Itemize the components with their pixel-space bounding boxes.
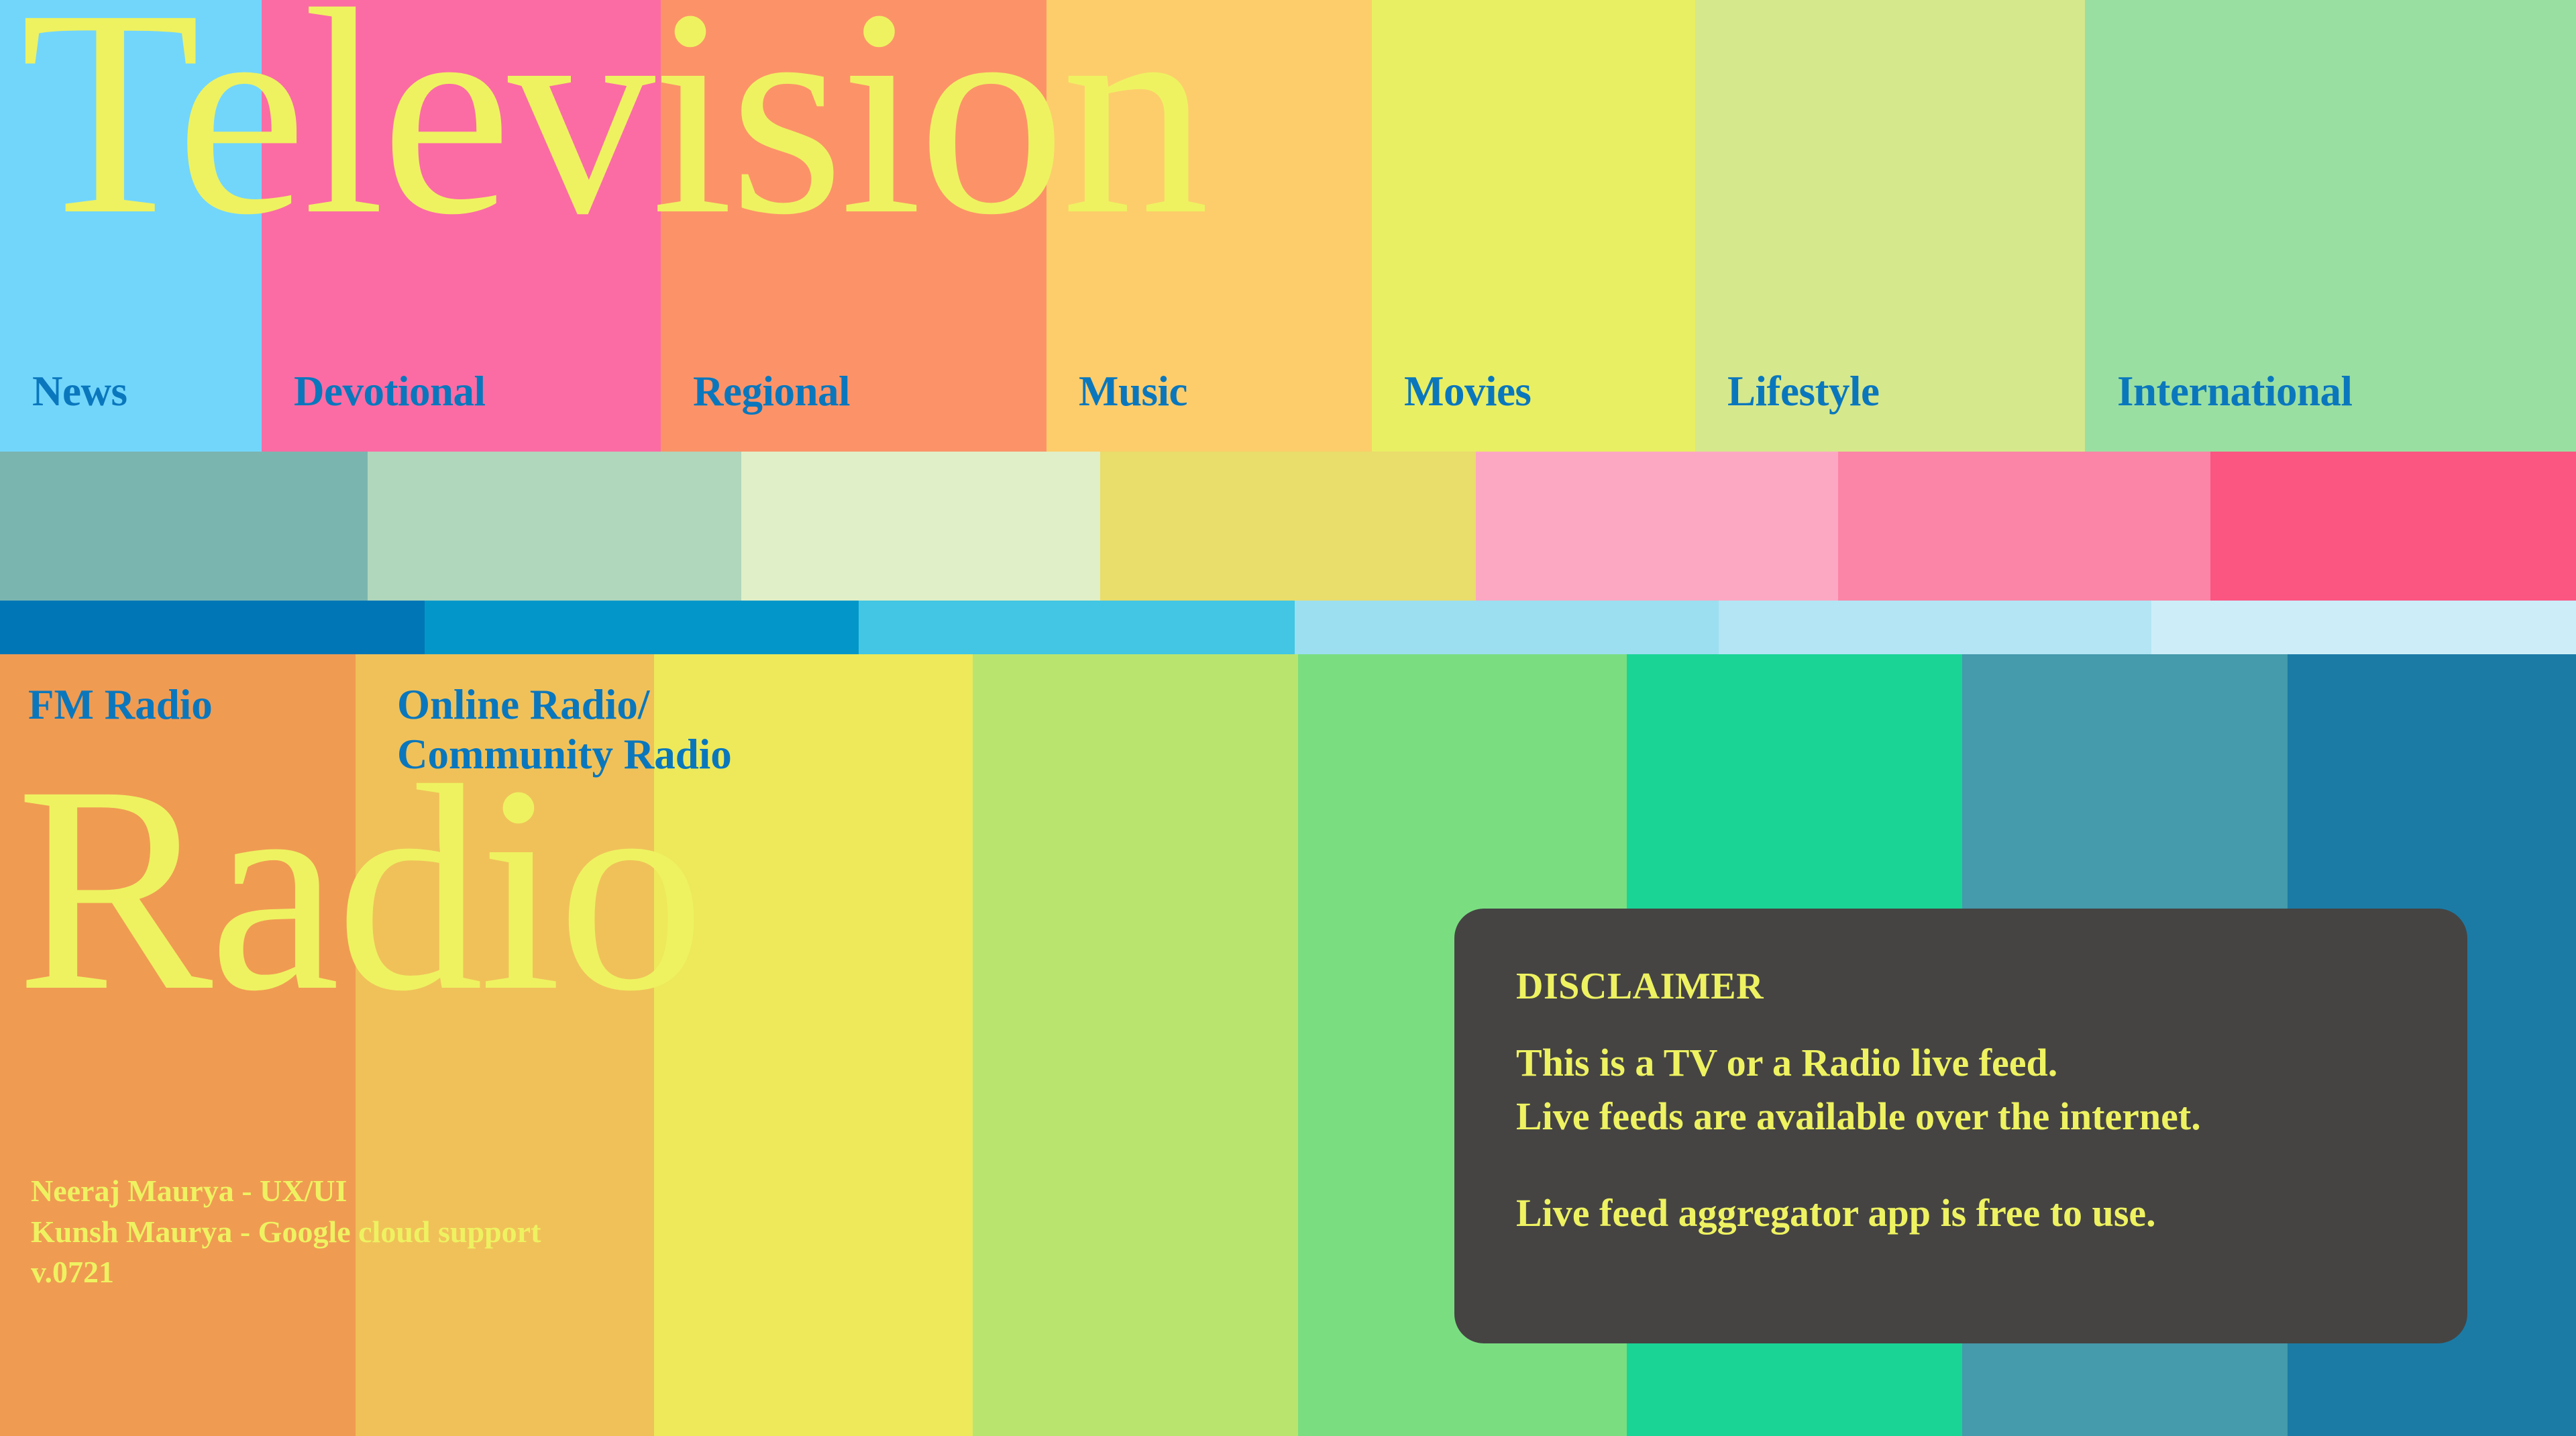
blue-stripe-700 bbox=[0, 601, 425, 654]
disclaimer-card: DISCLAIMER This is a TV or a Radio live … bbox=[1454, 909, 2467, 1343]
tv-column-news[interactable]: News bbox=[0, 0, 262, 452]
tv-category-label[interactable]: Regional bbox=[693, 370, 851, 413]
tv-category-label[interactable]: International bbox=[2117, 370, 2353, 413]
radio-column-orange[interactable] bbox=[0, 654, 356, 1436]
pastel-swatch-honeydew bbox=[741, 452, 1100, 601]
pastel-swatch-yellow bbox=[1100, 452, 1476, 601]
tv-column-regional[interactable]: Regional bbox=[661, 0, 1046, 452]
tv-column-lifestyle[interactable]: Lifestyle bbox=[1695, 0, 2085, 452]
disclaimer-line-2: Live feeds are available over the intern… bbox=[1516, 1094, 2201, 1139]
tv-category-label[interactable]: News bbox=[32, 370, 127, 413]
tv-category-label[interactable]: Devotional bbox=[294, 370, 486, 413]
pastel-swatch-pink-light bbox=[1476, 452, 1838, 601]
disclaimer-title: DISCLAIMER bbox=[1516, 966, 1764, 1007]
tv-category-label[interactable]: Movies bbox=[1404, 370, 1532, 413]
disclaimer-spacer bbox=[1516, 1143, 2467, 1186]
radio-column-lime[interactable] bbox=[973, 654, 1298, 1436]
disclaimer-line-1: This is a TV or a Radio live feed. bbox=[1516, 1041, 2058, 1084]
disclaimer-line-3: Live feed aggregator app is free to use. bbox=[1516, 1191, 2156, 1235]
pastel-swatch-teal bbox=[0, 452, 368, 601]
radio-category-label-online[interactable]: Online Radio/ Community Radio bbox=[397, 680, 732, 780]
blue-stripe-100 bbox=[2151, 601, 2576, 654]
pastel-divider-band bbox=[0, 452, 2576, 601]
blue-stripe-band bbox=[0, 601, 2576, 654]
pastel-swatch-pink-hot bbox=[2210, 452, 2576, 601]
blue-stripe-200 bbox=[1719, 601, 2151, 654]
blue-stripe-300 bbox=[1295, 601, 1719, 654]
app-root: News Devotional Regional Music Movies Li… bbox=[0, 0, 2576, 1436]
blue-stripe-400 bbox=[859, 601, 1295, 654]
blue-stripe-600 bbox=[425, 601, 859, 654]
tv-column-international[interactable]: International bbox=[2085, 0, 2576, 452]
pastel-swatch-pink-medium bbox=[1838, 452, 2210, 601]
tv-column-music[interactable]: Music bbox=[1046, 0, 1372, 452]
television-section: News Devotional Regional Music Movies Li… bbox=[0, 0, 2576, 452]
pastel-swatch-sage bbox=[368, 452, 741, 601]
tv-column-devotional[interactable]: Devotional bbox=[262, 0, 661, 452]
radio-category-label-fm[interactable]: FM Radio bbox=[28, 680, 213, 729]
tv-category-label[interactable]: Lifestyle bbox=[1727, 370, 1880, 413]
tv-column-movies[interactable]: Movies bbox=[1372, 0, 1695, 452]
tv-category-label[interactable]: Music bbox=[1079, 370, 1187, 413]
